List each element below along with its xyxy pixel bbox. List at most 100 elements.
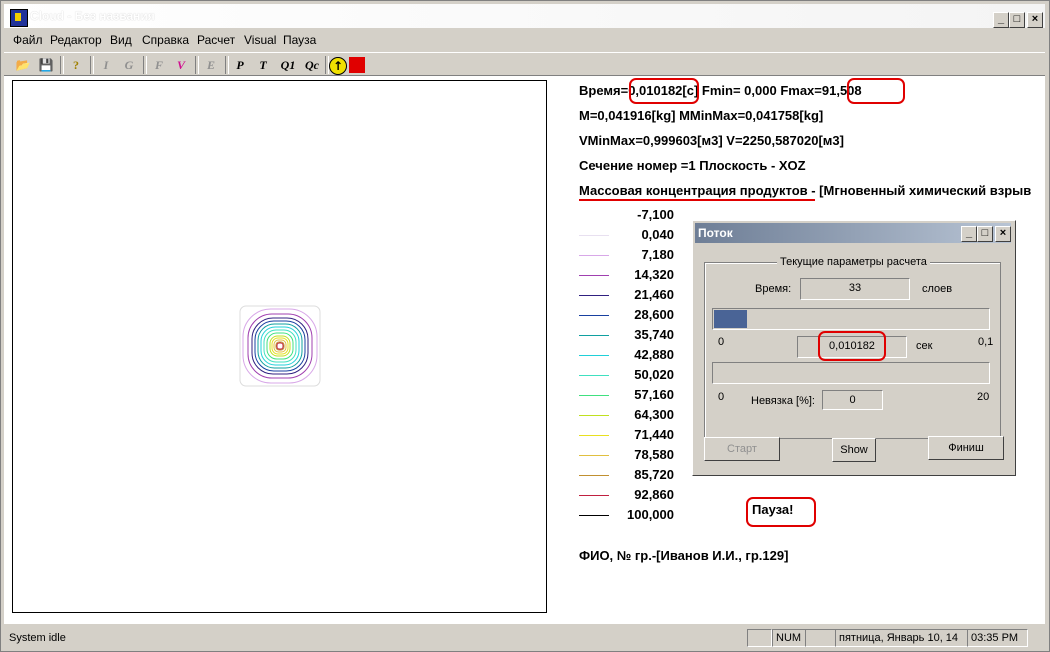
contour-plot [12,80,547,613]
legend-swatch [579,215,609,216]
menu-help[interactable]: Справка [142,33,189,47]
finish-button[interactable]: Финиш [928,436,1004,460]
legend-value: 7,180 [641,247,674,262]
help-icon[interactable]: ? [67,56,85,74]
legend-swatch [579,255,609,256]
time-progress-fill [714,310,748,328]
menu-calc[interactable]: Расчет [197,33,235,47]
legend-swatch [579,315,609,316]
save-icon[interactable]: 💾 [37,56,55,74]
time-caption: Время: [755,283,792,295]
maximize-button[interactable]: □ [1009,12,1025,28]
residual-progress-bar [712,362,990,384]
legend-swatch [579,395,609,396]
progress-min: 0 [718,336,725,348]
legend-swatch [579,455,609,456]
legend-value: 85,720 [634,467,674,482]
toolbar-separator [90,56,94,74]
contour-line [266,332,294,360]
window-title: Cloud - Без названия [30,9,155,23]
open-icon[interactable]: 📂 [14,56,32,74]
legend-swatch [579,475,609,476]
time-unit: сек [916,340,933,352]
p-icon[interactable]: P [231,56,249,74]
menu-editor[interactable]: Редактор [50,33,102,47]
dialog-close-button[interactable]: × [995,226,1011,242]
residual-max: 20 [977,391,990,403]
contour-line [257,323,303,369]
residual-label: Невязка [%]: [751,395,815,407]
dialog-maximize-button[interactable]: □ [977,226,993,242]
legend-value: 64,300 [634,407,674,422]
mass-line: M=0,041916[kg] MMinMax=0,041758[kg] [579,108,824,123]
stop-icon[interactable]: ■ [349,57,365,73]
layers-field: 33 [800,278,910,300]
legend-swatch [579,375,609,376]
legend-swatch [579,235,609,236]
menu-view[interactable]: Вид [110,33,132,47]
legend-value: 28,600 [634,307,674,322]
e-icon[interactable]: E [202,56,220,74]
status-num: NUM [772,629,806,647]
app-icon[interactable] [10,9,28,27]
status-text: System idle [9,632,66,644]
legend-swatch [579,335,609,336]
legend-swatch [579,415,609,416]
status-scroll [805,629,836,647]
contour-line [263,329,297,363]
time-progress-bar [712,308,990,330]
legend-value: 100,000 [627,507,674,522]
menu-bar: Файл Редактор Вид Справка Расчет Visual … [4,30,1045,50]
toolbar-separator [225,56,229,74]
v-icon[interactable]: V [172,56,190,74]
main-window: Cloud - Без названия _ □ × Файл Редактор… [0,0,1050,652]
legend-value: 42,880 [634,347,674,362]
legend-value: 78,580 [634,447,674,462]
toolbar-separator [60,56,64,74]
t-icon[interactable]: T [254,56,272,74]
author-line: ФИО, № гр.-[Иванов И.И., гр.129] [579,548,789,563]
concentration-line: Массовая концентрация продуктов - [Мгнов… [579,183,1031,198]
residual-field: 0 [822,390,883,410]
status-date: пятница, Январь 10, 14 [835,629,968,647]
dialog-title-bar: Поток _ □ × [695,223,1011,243]
f-icon[interactable]: F [150,56,168,74]
qc-icon[interactable]: Qc [301,56,323,74]
g-icon[interactable]: G [120,56,138,74]
dialog-minimize-button[interactable]: _ [961,226,977,242]
highlight-dialog-time [818,331,886,361]
show-button[interactable]: Show [832,438,876,462]
dialog-title: Поток [698,226,733,240]
toolbar: 📂 💾 ? I G F V E P T Q1 Qc ↑ ■ [4,52,1045,76]
legend-value: 57,160 [634,387,674,402]
start-button[interactable]: Старт [704,437,780,461]
flow-dialog: Поток _ □ × Текущие параметры расчета Вр… [692,220,1016,476]
legend-swatch [579,355,609,356]
legend-value: 35,740 [634,327,674,342]
contour-line [242,308,318,384]
legend-value: -7,100 [637,207,674,222]
legend-swatch [579,295,609,296]
legend-value: 0,040 [641,227,674,242]
close-button[interactable]: × [1027,12,1043,28]
status-time: 03:35 PM [967,629,1028,647]
legend-swatch [579,515,609,516]
highlight-time [629,78,699,104]
contour-line [276,342,284,350]
minimize-button[interactable]: _ [993,12,1009,28]
run-icon[interactable]: ↑ [329,57,347,75]
menu-pause[interactable]: Пауза [283,33,316,47]
title-bar: Cloud - Без названия _ □ × [4,4,1045,28]
legend-swatch [579,495,609,496]
menu-file[interactable]: Файл [13,33,43,47]
status-bar: System idle NUM пятница, Январь 10, 14 0… [4,627,1045,647]
q1-icon[interactable]: Q1 [277,56,299,74]
highlight-pause [746,497,816,527]
contour-canvas [239,305,321,387]
legend-swatch [579,275,609,276]
menu-visual[interactable]: Visual [244,33,276,47]
i-icon[interactable]: I [97,56,115,74]
time-label: Время= [579,83,629,98]
toolbar-separator [143,56,147,74]
residual-min: 0 [718,391,725,403]
